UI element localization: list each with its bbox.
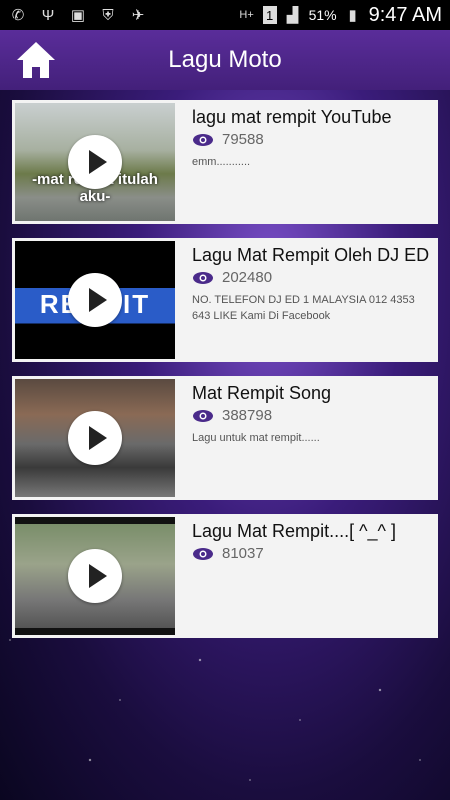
app-bar: Lagu Moto [0,30,450,90]
view-count: 388798 [222,407,273,424]
network-type-icon: H+ [239,9,254,21]
video-title: lagu mat rempit YouTube [192,107,392,127]
battery-percent: 51% [308,7,337,23]
shield-icon: ⛨ [102,6,114,24]
status-bar: ✆ Ψ ▣ ⛨ ✈ H+ 1 ▟ 51% ▮ 9:47 AM [0,0,450,30]
video-item[interactable]: -mat rempit itulah aku- lagu mat rempit … [12,100,438,224]
video-item[interactable]: REMPIT Lagu Mat Rempit Oleh DJ ED 202480… [12,238,438,362]
usb-icon: Ψ [41,6,55,24]
play-icon[interactable] [68,549,122,603]
video-list: -mat rempit itulah aku- lagu mat rempit … [12,100,438,652]
play-icon[interactable] [68,411,122,465]
video-thumbnail: REMPIT [15,241,175,359]
video-title: Lagu Mat Rempit....[ ^_^ ] [192,521,396,541]
video-title: Mat Rempit Song [192,383,332,403]
video-thumbnail [15,379,175,497]
play-icon[interactable] [68,135,122,189]
page-title: Lagu Moto [168,46,282,73]
clock: 9:47 AM [368,3,442,26]
video-description: NO. TELEFON DJ ED 1 MALAYSIA 012 4353 64… [192,294,415,322]
battery-icon: ▮ [348,7,357,24]
video-item[interactable]: Mat Rempit Song 388798 Lagu untuk mat re… [12,376,438,500]
eye-icon [193,133,213,146]
view-count: 81037 [222,545,264,562]
signal-icon: ▟ [286,7,299,24]
image-icon: ▣ [70,7,86,24]
video-description: Lagu untuk mat rempit...... [192,432,320,444]
home-button[interactable] [14,40,58,80]
video-item[interactable]: Lagu Mat Rempit....[ ^_^ ] 81037 [12,514,438,638]
video-thumbnail [15,517,175,635]
view-count: 202480 [222,269,273,286]
video-thumbnail: -mat rempit itulah aku- [15,103,175,221]
play-icon[interactable] [68,273,122,327]
whatsapp-icon: ✆ [11,7,25,24]
eye-icon [193,409,213,422]
eye-icon [193,547,213,560]
eye-icon [193,271,213,284]
video-title: Lagu Mat Rempit Oleh DJ ED [192,245,430,265]
home-icon [17,42,55,78]
view-count: 79588 [222,131,264,148]
airplane-icon: ✈ [131,7,145,24]
sim-icon: 1 [262,6,277,24]
video-description: emm........... [192,156,251,168]
